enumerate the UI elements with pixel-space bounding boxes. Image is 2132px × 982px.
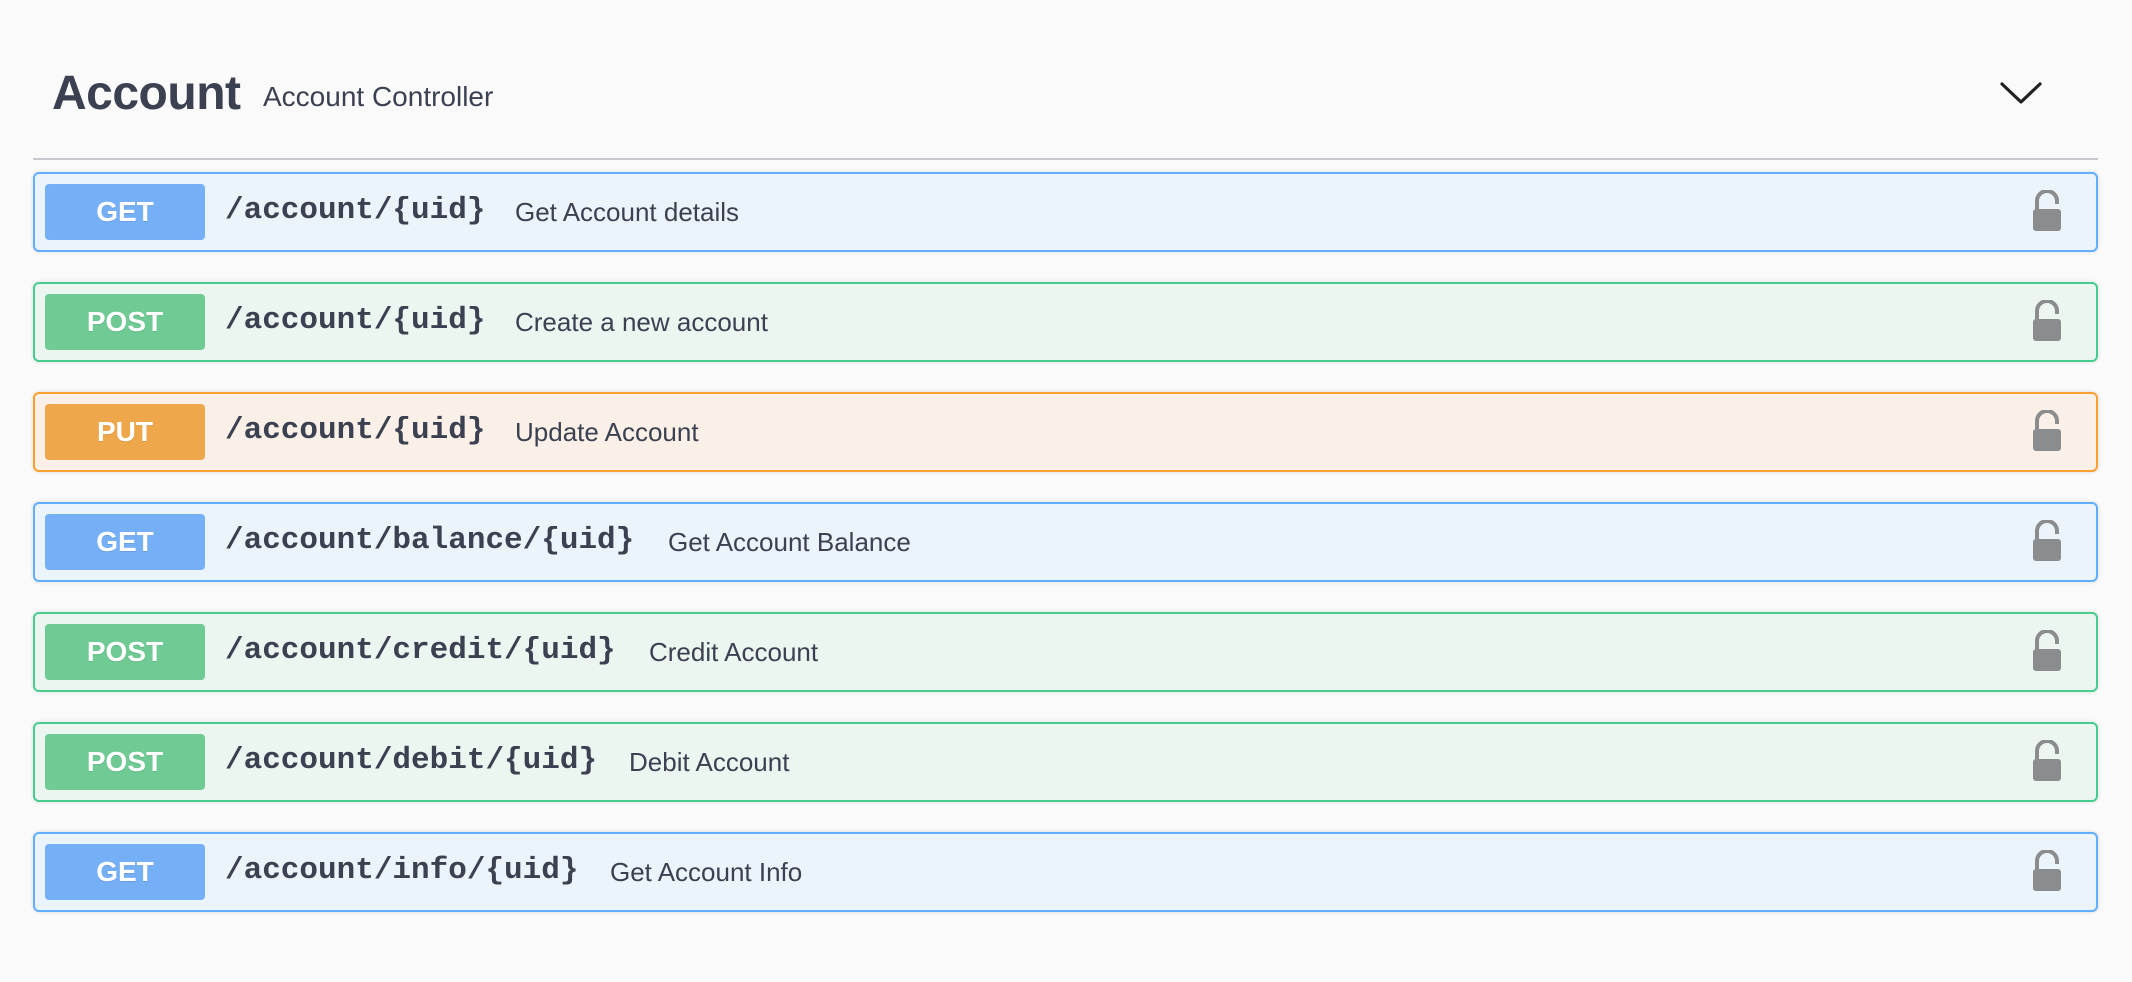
method-badge: GET (45, 844, 205, 900)
chevron-down-icon[interactable] (1996, 72, 2046, 114)
operation-get-account-info[interactable]: GET /account/info/{uid} Get Account Info (33, 832, 2098, 912)
method-badge: GET (45, 184, 205, 240)
method-badge: POST (45, 294, 205, 350)
operation-get-account-balance[interactable]: GET /account/balance/{uid} Get Account B… (33, 502, 2098, 582)
operation-put-account[interactable]: PUT /account/{uid} Update Account (33, 392, 2098, 472)
operation-path: /account/{uid} (225, 413, 486, 448)
operation-path: /account/balance/{uid} (225, 523, 635, 558)
operation-summary: Credit Account (649, 637, 819, 667)
operation-post-account[interactable]: POST /account/{uid} Create a new account (33, 282, 2098, 362)
unlocked-padlock-icon[interactable] (2030, 410, 2064, 454)
method-badge: POST (45, 734, 205, 790)
operation-path: /account/info/{uid} (225, 853, 579, 888)
operation-summary: Get Account details (515, 197, 740, 227)
operation-path: /account/credit/{uid} (225, 633, 616, 668)
operation-get-account[interactable]: GET /account/{uid} Get Account details (33, 172, 2098, 252)
operation-summary: Get Account Info (610, 857, 803, 887)
unlocked-padlock-icon[interactable] (2030, 520, 2064, 564)
tag-title: Account (52, 67, 241, 120)
operation-summary: Create a new account (515, 307, 768, 337)
operation-post-account-debit[interactable]: POST /account/debit/{uid} Debit Account (33, 722, 2098, 802)
unlocked-padlock-icon[interactable] (2030, 630, 2064, 674)
operation-path: /account/{uid} (225, 193, 486, 228)
method-badge: PUT (45, 404, 205, 460)
operation-summary: Debit Account (629, 747, 790, 777)
tag-header[interactable]: Account Account Controller (33, 40, 2098, 160)
operation-summary: Get Account Balance (668, 527, 911, 557)
method-badge: GET (45, 514, 205, 570)
method-badge: POST (45, 624, 205, 680)
unlocked-padlock-icon[interactable] (2030, 850, 2064, 894)
tag-description: Account Controller (263, 81, 494, 112)
operation-summary: Update Account (515, 417, 699, 447)
operation-path: /account/debit/{uid} (225, 743, 598, 778)
unlocked-padlock-icon[interactable] (2030, 740, 2064, 784)
operation-path: /account/{uid} (225, 303, 486, 338)
operation-post-account-credit[interactable]: POST /account/credit/{uid} Credit Accoun… (33, 612, 2098, 692)
unlocked-padlock-icon[interactable] (2030, 300, 2064, 344)
account-tag-section: Account Account Controller GET /account/… (0, 0, 2132, 982)
unlocked-padlock-icon[interactable] (2030, 190, 2064, 234)
